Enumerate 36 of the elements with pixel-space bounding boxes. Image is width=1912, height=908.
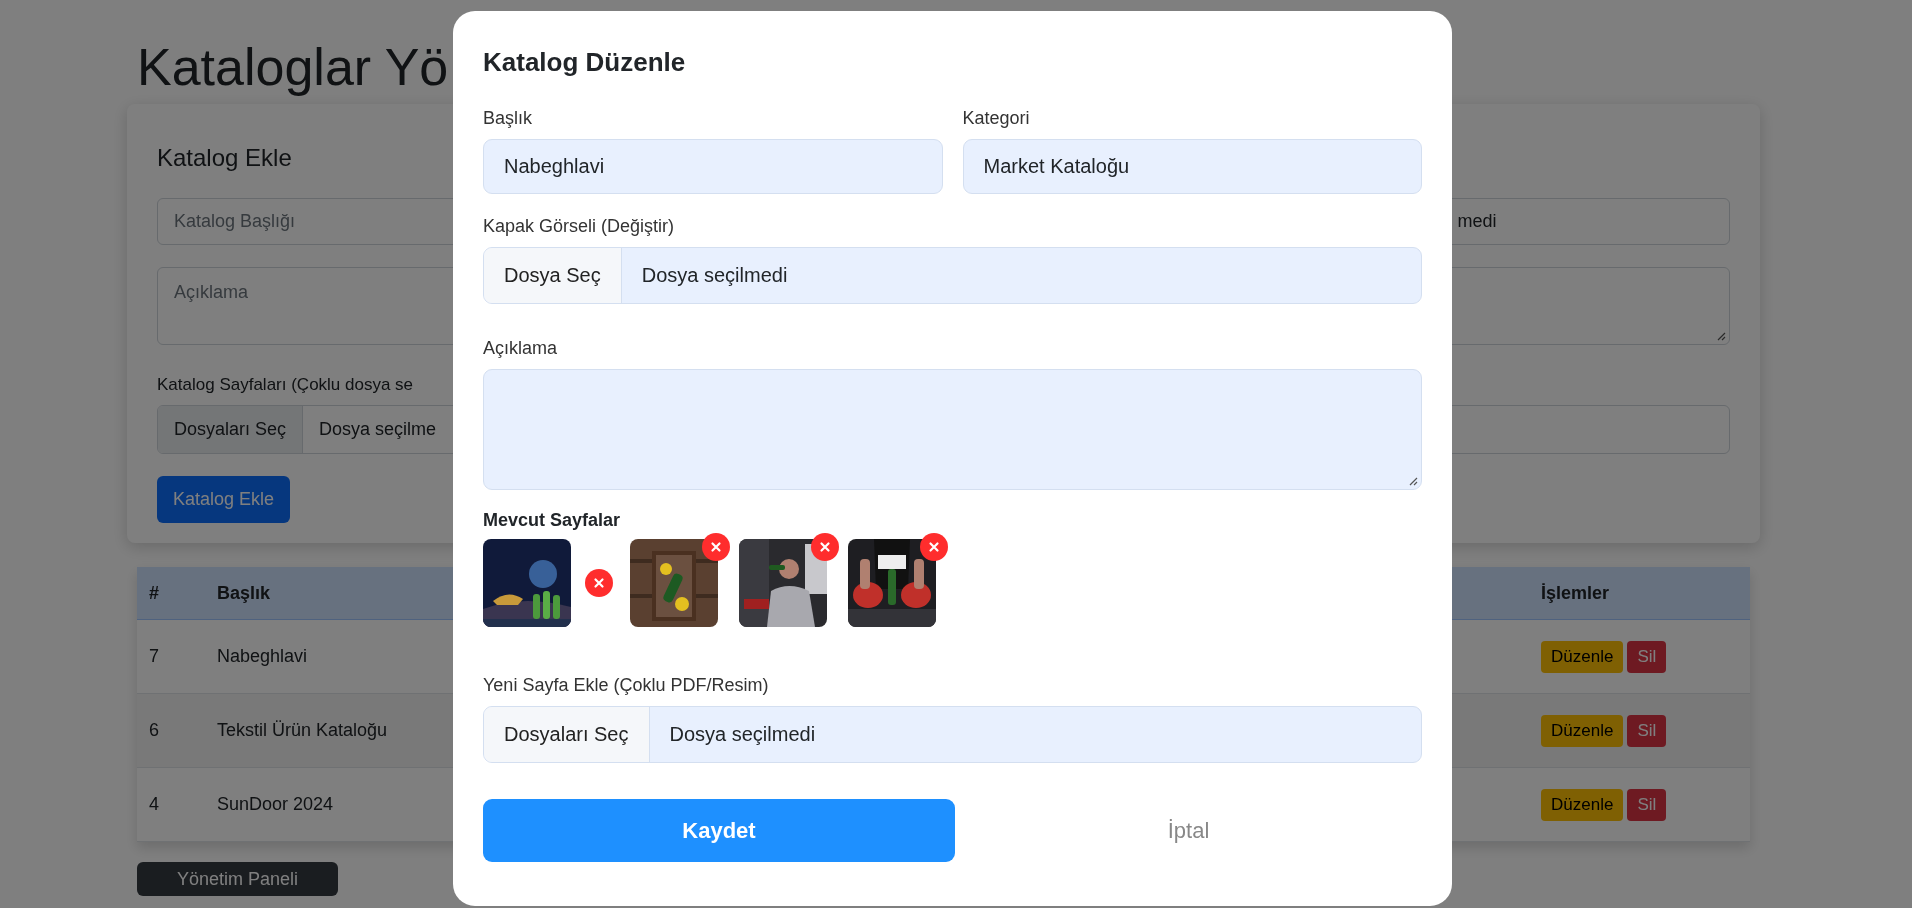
field-label: Başlık [483,108,533,129]
table-cell: 7 [137,619,205,694]
delete-button[interactable]: Sil [1627,788,1667,821]
file-field[interactable]: Dosya Seç Dosya seçilmedi [483,247,1422,304]
column-header: İşlemler [1529,567,1750,620]
delete-button[interactable]: Sil [1627,640,1667,673]
dialog-title: Katalog Düzenle [483,47,687,78]
field-label: Katalog Sayfaları (Çoklu dosya se [157,375,414,395]
field-label: Açıklama [483,338,558,359]
resize-grip-icon[interactable] [1409,477,1418,486]
input-field[interactable]: Nabeghlavi [483,139,943,194]
choose-file-button[interactable]: Dosya Seç [484,248,622,303]
file-field[interactable]: Dosyaları Seç Dosya seçilmedi [483,706,1422,763]
field-label: Kategori [962,108,1030,129]
section-label: Mevcut Sayfalar [483,510,621,531]
save-button[interactable]: Kaydet [483,799,955,862]
table-cell: 6 [137,693,205,768]
field-label: Yeni Sayfa Ekle (Çoklu PDF/Resim) [483,675,769,696]
choose-files-button[interactable]: Dosyaları Seç [484,707,650,762]
field-label: Kapak Görseli (Değiştir) [483,216,675,237]
panel-button[interactable]: Yönetim Paneli [137,862,339,896]
close-icon[interactable] [702,533,730,561]
column-header: # [137,567,205,620]
add-button[interactable]: Katalog Ekle [157,476,291,523]
card-title: Katalog Ekle [157,144,292,172]
edit-button[interactable]: Düzenle [1541,788,1624,821]
table-cell: 4 [137,767,205,842]
delete-button[interactable]: Sil [1627,714,1667,747]
close-icon[interactable] [920,533,948,561]
description-field[interactable] [483,369,1422,490]
page-title: Kataloglar Yö [137,37,449,98]
input-field[interactable]: Market Kataloğu [962,139,1422,194]
edit-button[interactable]: Düzenle [1541,640,1624,673]
choose-files-button[interactable]: Dosyaları Seç [158,406,304,453]
edit-button[interactable]: Düzenle [1541,714,1624,747]
resize-grip-icon[interactable] [1717,332,1726,341]
